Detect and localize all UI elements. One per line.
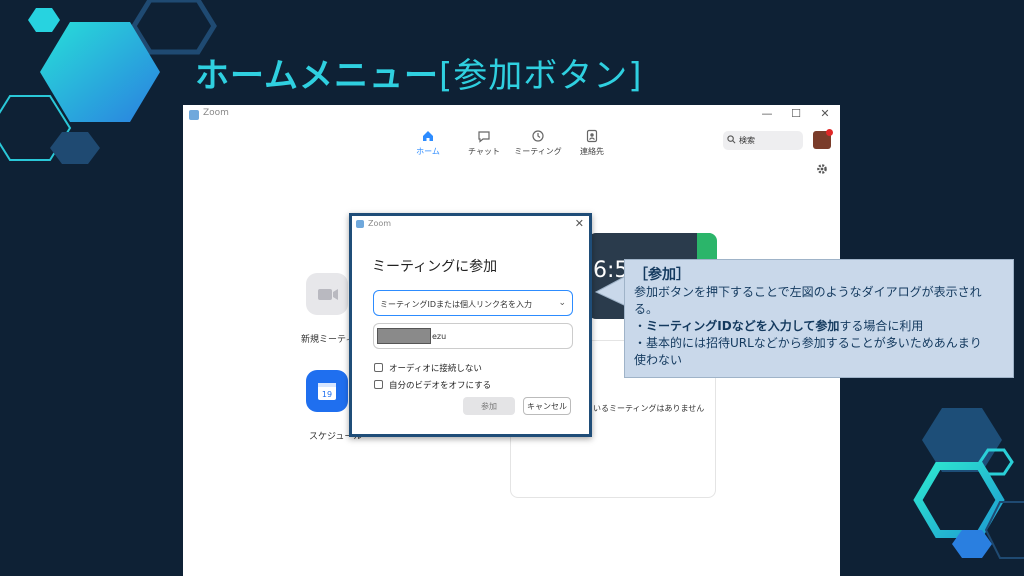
dialog-close-button[interactable]: ✕ [575, 217, 584, 230]
dialog-heading: ミーティングに参加 [372, 259, 498, 275]
calendar-day: 19 [322, 390, 332, 399]
no-audio-checkbox[interactable]: オーディオに接続しない [374, 362, 574, 374]
callout-line-3: ・ミーティングIDなどを入力して参加する場合に利用 [634, 318, 1004, 335]
no-audio-label: オーディオに接続しない [389, 364, 482, 374]
callout-line-1: 参加ボタンを押下することで左図のようなダイアログが表示され [634, 285, 982, 299]
video-off-checkbox[interactable]: 自分のビデオをオフにする [374, 379, 574, 391]
checkbox-icon[interactable] [374, 380, 383, 389]
callout-line-5: 使わない [634, 353, 683, 367]
nav-meeting[interactable]: ミーティング [511, 129, 565, 157]
gear-icon[interactable] [816, 163, 828, 175]
video-off-label: 自分のビデオをオフにする [389, 381, 492, 391]
calendar-icon: 19 [318, 383, 336, 400]
home-icon [423, 131, 433, 141]
chat-icon [478, 131, 490, 143]
callout-line-2: る。 [634, 302, 659, 316]
name-input[interactable]: ezu [373, 323, 573, 349]
cancel-button[interactable]: キャンセル [523, 397, 571, 415]
zoom-logo-icon [356, 220, 364, 228]
redacted-name [377, 328, 431, 344]
zoom-window-title: Zoom [203, 108, 229, 118]
search-icon [727, 135, 736, 144]
notification-dot [826, 129, 833, 136]
name-value: ezu [432, 332, 447, 341]
minimize-button[interactable]: — [759, 107, 775, 120]
chevron-down-icon[interactable]: ⌄ [558, 298, 566, 308]
nav-chat-label: チャット [468, 147, 500, 156]
schedule-button[interactable]: 19 [306, 370, 348, 412]
nav-home[interactable]: ホーム [401, 129, 455, 157]
callout-line-3-bold: ミーティングIDなどを入力して参加 [646, 319, 840, 333]
join-meeting-dialog: Zoom ✕ ミーティングに参加 ミーティングIDまたは個人リンク名を入力 ⌄ … [349, 213, 592, 437]
nav-home-label: ホーム [416, 147, 440, 156]
callout-heading: ［参加］ [634, 267, 690, 283]
meeting-id-input[interactable]: ミーティングIDまたは個人リンク名を入力 ⌄ [373, 290, 573, 316]
slide-title-main: ホームメニュー [195, 56, 439, 96]
checkbox-icon[interactable] [374, 363, 383, 372]
callout-line-3-suffix: する場合に利用 [839, 319, 924, 333]
close-button[interactable]: ✕ [817, 107, 833, 120]
dialog-title: Zoom [368, 219, 392, 228]
meeting-id-placeholder: ミーティングIDまたは個人リンク名を入力 [380, 300, 533, 309]
callout-line-3-prefix: ・ [634, 319, 647, 333]
video-camera-icon [318, 289, 338, 300]
clock-icon [532, 130, 544, 142]
callout-line-4: ・基本的には招待URLなどから参加することが多いためあんまり [634, 336, 982, 350]
search-placeholder: 検索 [739, 136, 755, 145]
nav-chat[interactable]: チャット [457, 129, 511, 157]
zoom-titlebar: Zoom — ☐ ✕ [183, 105, 840, 125]
nav-contacts-label: 連絡先 [580, 147, 604, 156]
no-meeting-text: いるミーティングはありません [593, 404, 705, 413]
avatar[interactable] [813, 129, 833, 149]
explanation-callout: ［参加］ 参加ボタンを押下することで左図のようなダイアログが表示され る。 ・ミ… [624, 259, 1014, 378]
join-button[interactable]: 参加 [463, 397, 515, 415]
slide-title: ホームメニュー[参加ボタン] [195, 48, 643, 97]
zoom-logo-icon [189, 110, 199, 120]
nav-contacts[interactable]: 連絡先 [565, 129, 619, 157]
new-meeting-button[interactable] [306, 273, 348, 315]
search-input[interactable]: 検索 [723, 131, 803, 150]
contacts-icon [586, 129, 598, 143]
nav-meeting-label: ミーティング [514, 147, 562, 156]
new-meeting-label: 新規ミーティ [301, 335, 355, 345]
maximize-button[interactable]: ☐ [788, 107, 804, 120]
slide-title-bracket: [参加ボタン] [438, 56, 643, 96]
